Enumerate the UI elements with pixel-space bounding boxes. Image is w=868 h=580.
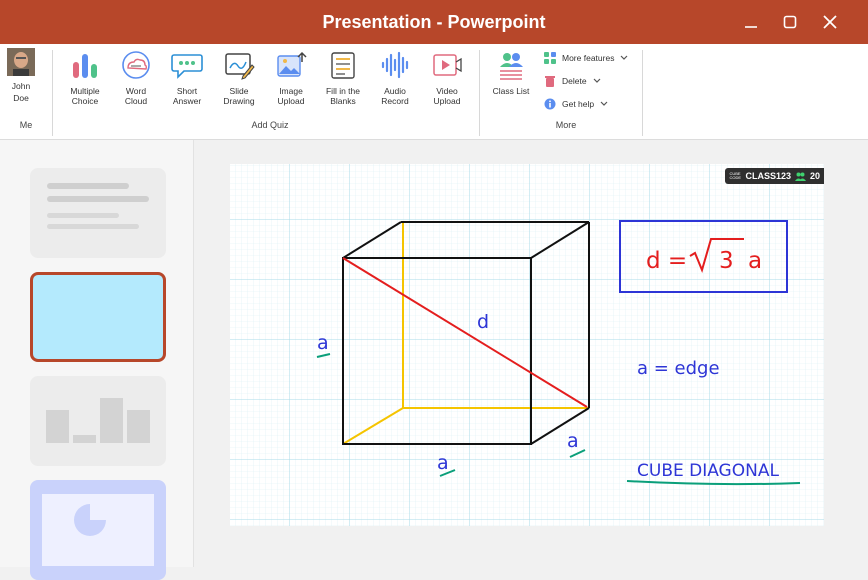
minimize-icon	[745, 26, 757, 28]
maximize-button[interactable]	[775, 8, 805, 36]
slide-drawing-button[interactable]: Slide Drawing	[215, 48, 263, 118]
text-slide-icon	[47, 183, 149, 229]
edge-definition: a = edge	[637, 358, 720, 379]
short-answer-icon	[171, 54, 203, 79]
group-label-me: Me	[19, 120, 33, 130]
group-label-add-quiz: Add Quiz	[251, 120, 289, 130]
user-first-name: John	[11, 81, 31, 91]
short-answer-button[interactable]: Short Answer	[163, 48, 211, 118]
group-label-more: More	[555, 120, 577, 130]
bar-chart-slide-icon	[46, 398, 150, 443]
participant-count: 20	[809, 171, 820, 181]
edge-label-bottom: a	[437, 452, 449, 474]
fill-blanks-icon	[331, 52, 355, 79]
slide-thumbnail-4[interactable]	[30, 480, 166, 580]
ribbon-divider	[642, 50, 643, 136]
audio-record-button[interactable]: Audio Record	[371, 48, 419, 118]
image-upload-button[interactable]: Image Upload	[267, 48, 315, 118]
avatar	[7, 48, 35, 76]
edge-label-left: a	[317, 332, 329, 354]
chevron-down-icon	[621, 55, 628, 60]
slide-thumbnail-2-selected[interactable]	[30, 272, 166, 362]
formula-lhs: d =	[646, 248, 687, 274]
formula-var: a	[748, 248, 762, 274]
title-bar: Presentation - Powerpoint	[0, 0, 868, 44]
formula-radicand: 3	[719, 248, 734, 274]
slide-drawing: d a a a d = 3 a a = edge CUBE DIAGONAL	[230, 164, 824, 526]
word-cloud-icon	[122, 51, 150, 79]
get-help-menu[interactable]: Get help	[544, 96, 608, 112]
delete-menu[interactable]: Delete	[544, 73, 601, 89]
maximize-icon	[783, 15, 797, 29]
class-list-icon	[500, 53, 523, 80]
video-upload-icon	[433, 54, 462, 76]
info-icon	[544, 98, 556, 110]
multiple-choice-button[interactable]: Multiple Choice	[61, 48, 109, 118]
audio-record-icon	[381, 51, 409, 79]
class-code: CLASS123	[745, 171, 791, 181]
trash-icon	[545, 76, 555, 87]
slide-thumbnail-pane	[0, 140, 194, 580]
ribbon-divider	[479, 50, 480, 136]
grid-icon	[544, 52, 556, 64]
chevron-down-icon	[600, 101, 608, 106]
slide-thumbnail-1[interactable]	[30, 168, 166, 258]
diagonal-label: d	[477, 311, 489, 333]
slide-thumbnail-3[interactable]	[30, 376, 166, 466]
fill-blanks-button[interactable]: Fill in the Blanks	[319, 48, 367, 118]
minimize-button[interactable]	[736, 8, 766, 36]
user-last-name: Doe	[13, 93, 29, 103]
class-code-badge[interactable]: CUBE CODE CLASS123 20	[725, 168, 824, 184]
pie-chart-slide-icon	[42, 494, 154, 566]
class-list-button[interactable]: Class List	[487, 48, 535, 118]
close-icon	[823, 15, 837, 29]
ribbon-divider	[52, 50, 53, 136]
cube-code-label: CUBE CODE	[729, 171, 742, 180]
slide-caption: CUBE DIAGONAL	[637, 461, 779, 481]
ribbon: John Doe Me Multiple Choice Word Cloud S…	[0, 44, 868, 140]
image-upload-icon	[277, 51, 307, 77]
edge-label-right: a	[567, 430, 579, 452]
multiple-choice-icon	[73, 54, 97, 78]
slide-canvas[interactable]: d a a a d = 3 a a = edge CUBE DIAGONAL C…	[230, 164, 824, 526]
user-profile[interactable]: John Doe	[4, 48, 38, 112]
video-upload-button[interactable]: Video Upload	[423, 48, 471, 118]
slide-drawing-icon	[225, 53, 255, 80]
participants-icon	[794, 172, 806, 181]
chevron-down-icon	[593, 78, 601, 83]
more-features-menu[interactable]: More features	[544, 50, 628, 66]
close-button[interactable]	[815, 8, 845, 36]
word-cloud-button[interactable]: Word Cloud	[112, 48, 160, 118]
